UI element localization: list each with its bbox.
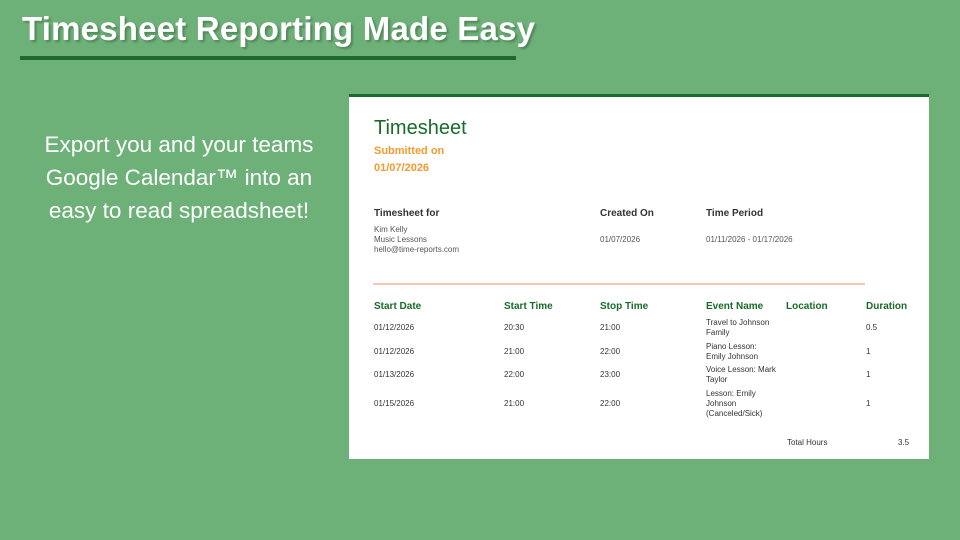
col-start-date: Start Date: [374, 301, 422, 312]
table-cell-start-date: 01/13/2026: [374, 370, 415, 379]
created-on-value: 01/07/2026: [600, 235, 641, 244]
table-cell-start-date: 01/12/2026: [374, 347, 415, 356]
submitted-label: Submitted on: [374, 145, 445, 157]
table-cell-start-date: 01/12/2026: [374, 323, 415, 332]
timesheet-title: Timesheet: [374, 117, 467, 139]
submitted-date: 01/07/2026: [374, 162, 430, 174]
col-location: Location: [786, 301, 828, 312]
timesheet-for-org: Music Lessons: [374, 235, 427, 244]
total-hours-value: 3.5: [898, 438, 910, 447]
total-hours-label: Total Hours: [787, 438, 828, 447]
slide-title: Timesheet Reporting Made Easy: [22, 10, 536, 47]
table-cell-stop-time: 21:00: [600, 323, 621, 332]
col-event-name: Event Name: [706, 301, 764, 312]
table-cell-event-name: Lesson: Emily Johnson (Canceled/Sick): [706, 389, 763, 418]
table-cell-start-date: 01/15/2026: [374, 399, 415, 408]
table-cell-start-time: 20:30: [504, 323, 525, 332]
table-cell-event-name: Travel to Johnson Family: [706, 318, 770, 337]
table-cell-duration: 1: [866, 399, 871, 408]
timesheet-for-name: Kim Kelly: [374, 225, 408, 234]
time-period-label: Time Period: [706, 208, 764, 219]
table-cell-stop-time: 22:00: [600, 347, 621, 356]
col-start-time: Start Time: [504, 301, 553, 312]
col-stop-time: Stop Time: [600, 301, 649, 312]
time-period-value: 01/11/2026 - 01/17/2026: [706, 235, 793, 244]
table-cell-stop-time: 23:00: [600, 370, 621, 379]
table-cell-event-name: Piano Lesson: Emily Johnson: [706, 342, 759, 361]
table-cell-event-name: Voice Lesson: Mark Taylor: [706, 365, 776, 384]
table-cell-duration: 1: [866, 370, 871, 379]
table-cell-start-time: 22:00: [504, 370, 525, 379]
slide-subtitle: Export you and your teams Google Calenda…: [44, 132, 314, 223]
col-duration: Duration: [866, 301, 908, 312]
table-cell-stop-time: 22:00: [600, 399, 621, 408]
section-divider: [373, 283, 865, 285]
timesheet-for-email: hello@time-reports.com: [374, 245, 460, 254]
created-on-label: Created On: [600, 208, 654, 219]
title-underline: [20, 56, 516, 60]
table-cell-start-time: 21:00: [504, 399, 525, 408]
table-cell-start-time: 21:00: [504, 347, 525, 356]
table-cell-duration: 0.5: [866, 323, 878, 332]
table-cell-duration: 1: [866, 347, 871, 356]
timesheet-preview: Timesheet Submitted on 01/07/2026 Timesh…: [349, 94, 929, 459]
timesheet-for-label: Timesheet for: [374, 208, 440, 219]
